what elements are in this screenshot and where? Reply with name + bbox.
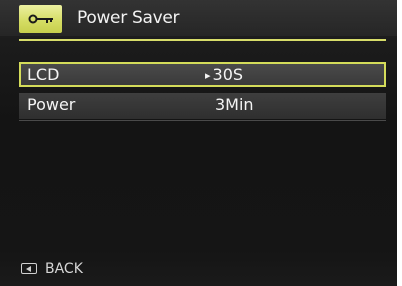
back-hint[interactable]: BACK bbox=[21, 261, 83, 277]
selection-arrow-icon: ▸ bbox=[205, 69, 211, 82]
back-button-icon bbox=[21, 263, 37, 274]
menu-header: Power Saver bbox=[0, 0, 397, 36]
setting-value: ▸ 30S bbox=[205, 65, 244, 84]
setting-row-power[interactable]: Power 3Min bbox=[19, 93, 386, 121]
settings-tab[interactable] bbox=[19, 5, 62, 33]
setting-label: Power bbox=[27, 95, 76, 114]
page-title: Power Saver bbox=[77, 8, 180, 28]
header-divider bbox=[19, 39, 386, 41]
setting-label: LCD bbox=[27, 65, 60, 84]
camera-menu-screen: Power Saver LCD ▸ 30S Power 3Min BACK bbox=[0, 0, 397, 286]
key-icon bbox=[28, 14, 53, 24]
setting-row-lcd[interactable]: LCD ▸ 30S bbox=[19, 62, 386, 87]
back-label: BACK bbox=[45, 261, 83, 277]
setting-value: 3Min bbox=[215, 95, 254, 114]
